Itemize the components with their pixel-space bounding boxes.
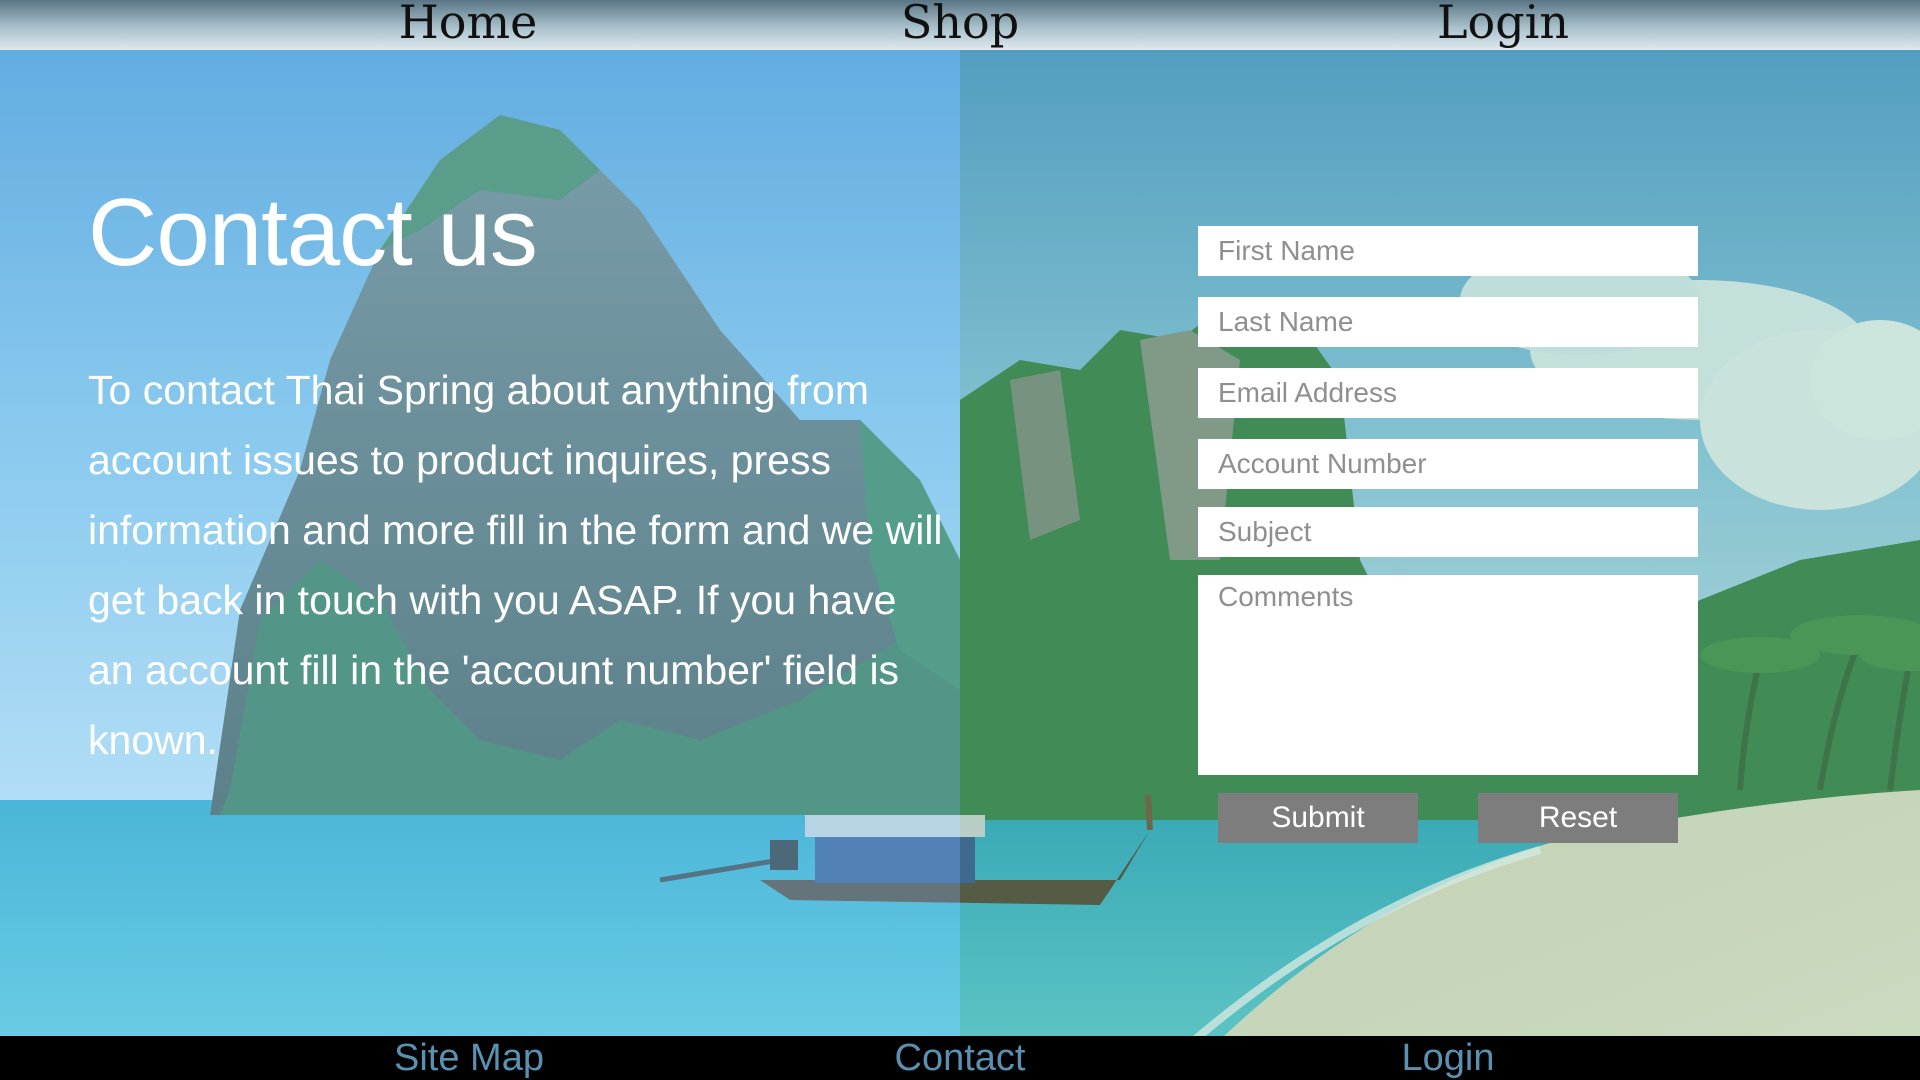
footer-sitemap-link[interactable]: Site Map <box>394 1036 544 1080</box>
nav-login-link[interactable]: Login <box>1437 0 1569 50</box>
intro-paragraph: To contact Thai Spring about anything fr… <box>88 367 943 763</box>
account-number-input[interactable] <box>1198 439 1698 489</box>
footer-contact-link[interactable]: Contact <box>895 1036 1026 1080</box>
reset-button[interactable]: Reset <box>1478 793 1678 843</box>
footer: Site Map Contact Login <box>0 1036 1920 1080</box>
nav-shop-link[interactable]: Shop <box>901 0 1019 50</box>
email-input[interactable] <box>1198 368 1698 418</box>
footer-login-link[interactable]: Login <box>1402 1036 1495 1080</box>
submit-button[interactable]: Submit <box>1218 793 1418 843</box>
page-title: Contact us <box>88 179 538 286</box>
comments-textarea[interactable] <box>1198 575 1698 775</box>
nav-home-link[interactable]: Home <box>399 0 538 50</box>
subject-input[interactable] <box>1198 507 1698 557</box>
last-name-input[interactable] <box>1198 297 1698 347</box>
first-name-input[interactable] <box>1198 226 1698 276</box>
top-navigation: Home Shop Login <box>0 0 1920 50</box>
